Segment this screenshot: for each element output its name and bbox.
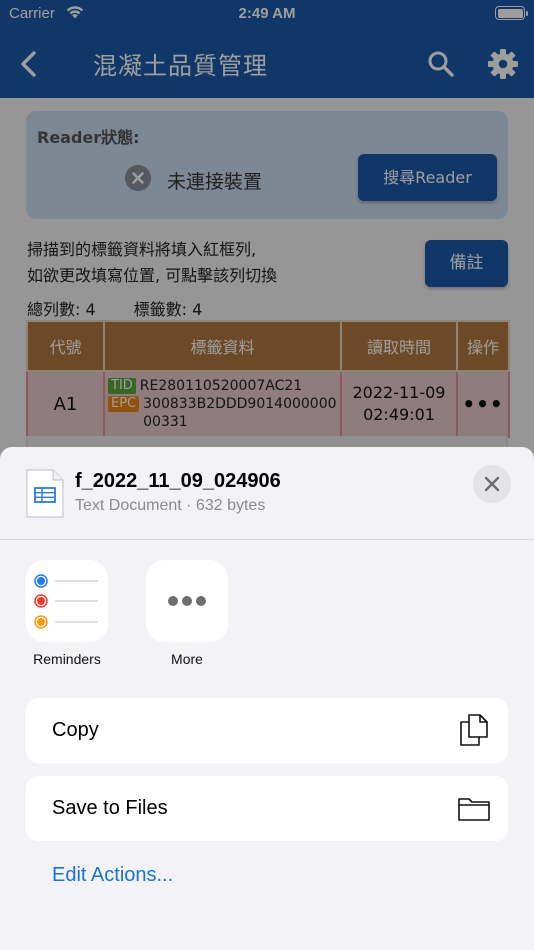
folder-icon	[458, 798, 490, 821]
app-more[interactable]: More	[145, 560, 229, 667]
copy-action[interactable]: Copy	[26, 698, 508, 763]
save-to-files-label: Save to Files	[52, 797, 168, 819]
share-sheet-header: f_2022_11_09_024906 Text Document · 632 …	[0, 447, 534, 540]
share-sheet: f_2022_11_09_024906 Text Document · 632 …	[0, 447, 534, 950]
app-reminders[interactable]: Reminders	[25, 560, 109, 667]
share-app-row: Reminders More	[0, 560, 534, 670]
copy-icon	[460, 714, 488, 746]
file-name: f_2022_11_09_024906	[75, 470, 281, 492]
text-document-icon	[26, 469, 64, 518]
edit-actions-link[interactable]: Edit Actions...	[52, 864, 173, 887]
more-icon	[146, 560, 228, 642]
copy-label: Copy	[52, 719, 99, 741]
app-label: Reminders	[33, 651, 101, 667]
close-icon[interactable]	[473, 465, 511, 503]
app-label: More	[171, 651, 203, 667]
save-to-files-action[interactable]: Save to Files	[26, 776, 508, 841]
reminders-icon	[26, 560, 108, 642]
file-meta: Text Document · 632 bytes	[75, 497, 266, 514]
